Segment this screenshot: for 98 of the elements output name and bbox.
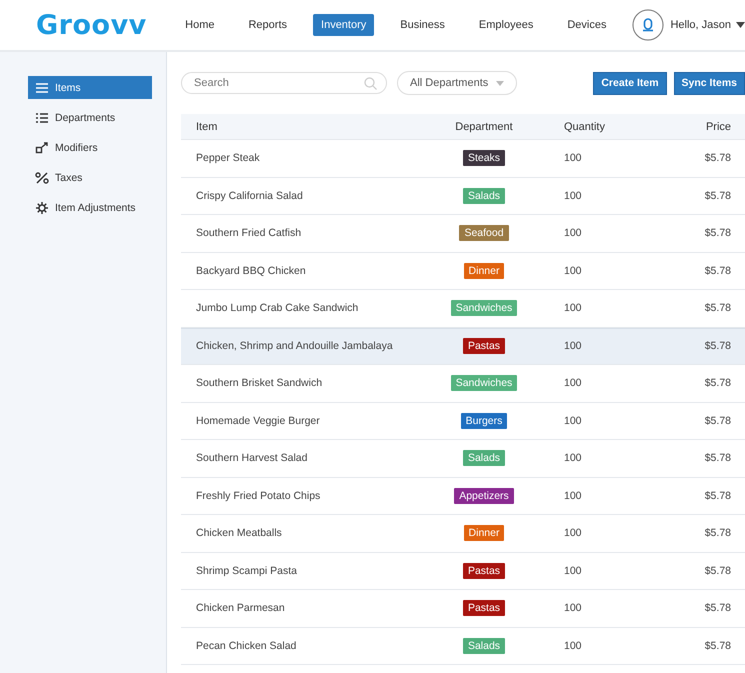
table-cell: 100	[564, 264, 582, 277]
nav-tab[interactable]: Home	[177, 14, 222, 36]
table-row[interactable]: Freshly Fried Potato Chips Appetizers 100 $5.78	[181, 478, 745, 515]
table-cell: 100	[564, 152, 582, 164]
sidebar-item[interactable]: Departments	[28, 106, 152, 129]
column-header: Item	[196, 120, 218, 132]
table-row[interactable]: Southern Harvest Salad Salads 100 $5.78	[181, 440, 745, 478]
action-button[interactable]: Create Item	[593, 72, 667, 94]
square-arrow-icon	[35, 142, 49, 154]
department-tag: Salads	[462, 450, 506, 466]
department-tag: Salads	[462, 188, 506, 204]
table-row[interactable]: Chicken, Shrimp and Andouille Jambalaya Pastas 100 $5.78	[181, 328, 745, 365]
department-tag: Seafood	[459, 225, 509, 242]
table-cell: $5.78	[704, 490, 731, 502]
table-cell: $5.78	[704, 640, 731, 652]
table-cell: $5.78	[704, 452, 731, 464]
nav-tab[interactable]: Reports	[240, 14, 296, 36]
search-icon	[364, 77, 377, 90]
user-menu[interactable]: Hello, Jason	[670, 19, 745, 31]
table-cell: Chicken Parmesan	[196, 602, 285, 614]
table-row[interactable]: Backyard BBQ Chicken Dinner 100 $5.78	[181, 252, 745, 290]
table-cell: $5.78	[704, 152, 731, 164]
table-cell: 100	[564, 227, 582, 240]
percent-icon	[35, 172, 49, 184]
nav-tab[interactable]: Devices	[559, 14, 614, 36]
sidebar-item[interactable]: Item Adjustments	[28, 196, 152, 219]
table-row[interactable]: Pecan Chicken Salad Salads 100 $5.78	[181, 628, 745, 665]
table-cell: Crispy California Salad	[196, 190, 303, 202]
table-cell: Chicken, Shrimp and Andouille Jambalaya	[196, 340, 393, 352]
caret-icon	[496, 80, 504, 86]
table-cell: Backyard BBQ Chicken	[196, 264, 306, 277]
sidebar-item[interactable]: Taxes	[28, 166, 152, 189]
table-cell: Southern Harvest Salad	[196, 452, 308, 464]
nav-tab[interactable]: Business	[392, 14, 453, 36]
table-cell: 100	[564, 564, 582, 577]
table-cell: $5.78	[704, 564, 731, 577]
table-cell: 100	[564, 340, 582, 352]
table-cell: $5.78	[704, 302, 731, 314]
table-cell: $5.78	[704, 377, 731, 390]
department-dropdown[interactable]: All Departments	[397, 71, 518, 95]
search-field[interactable]: Search	[181, 72, 387, 94]
table-cell: 100	[564, 414, 582, 427]
menu-icon	[35, 82, 49, 94]
table-cell: Freshly Fried Potato Chips	[196, 490, 320, 502]
table-row[interactable]: Shrimp Scampi Pasta Pastas 100 $5.78	[181, 552, 745, 590]
nav-tab[interactable]: Inventory	[313, 14, 374, 36]
table-cell: 100	[564, 640, 582, 652]
table-cell: Pecan Chicken Salad	[196, 640, 296, 652]
table-row[interactable]: Pepper Steak Steaks 100 $5.78	[181, 140, 745, 178]
caret-icon	[736, 22, 745, 28]
table-cell: $5.78	[704, 414, 731, 427]
table-cell: 100	[564, 527, 582, 540]
column-header: Quantity	[564, 120, 605, 132]
list-icon	[35, 112, 49, 124]
table-cell: 100	[564, 190, 582, 202]
table-row[interactable]: Chicken Meatballs Dinner 100 $5.78	[181, 515, 745, 552]
table-cell: Southern Fried Catfish	[196, 227, 302, 240]
sidebar-item[interactable]: Modifiers	[28, 136, 152, 159]
table-cell: $5.78	[704, 264, 731, 277]
table-cell: $5.78	[704, 527, 731, 540]
department-tag: Sandwiches	[450, 375, 518, 392]
table-cell: $5.78	[704, 602, 731, 614]
table-row[interactable]: Southern Fried Catfish Seafood 100 $5.78	[181, 215, 745, 252]
table-row[interactable]: Homemade Veggie Burger Burgers 100 $5.78	[181, 402, 745, 440]
table-cell: Jumbo Lump Crab Cake Sandwich	[196, 302, 358, 314]
department-tag: Appetizers	[454, 488, 514, 504]
sidebar-item[interactable]: Items	[28, 76, 152, 99]
table-row[interactable]: Southern Brisket Sandwich Sandwiches 100 $5.78	[181, 365, 745, 402]
department-tag: Pastas	[462, 600, 506, 616]
table-cell: 100	[564, 377, 582, 390]
department-tag: Pastas	[462, 562, 506, 579]
table-cell: Shrimp Scampi Pasta	[196, 564, 297, 577]
table-cell: $5.78	[704, 227, 731, 240]
department-tag: Sandwiches	[450, 300, 518, 316]
department-tag: Burgers	[460, 412, 508, 429]
column-header: Price	[706, 120, 731, 132]
column-header: Department	[455, 120, 513, 132]
table-row[interactable]: Crispy California Salad Salads 100 $5.78	[181, 178, 745, 215]
table-cell: 100	[564, 452, 582, 464]
table-cell: $5.78	[704, 190, 731, 202]
table-cell: 100	[564, 490, 582, 502]
gear-icon	[35, 202, 49, 214]
table-cell: 100	[564, 602, 582, 614]
user-avatar-icon[interactable]	[632, 9, 664, 41]
table-row[interactable]: Chicken Parmesan Pastas 100 $5.78	[181, 590, 745, 628]
department-tag: Dinner	[464, 262, 504, 279]
table-cell: $5.78	[704, 340, 731, 352]
table-cell: 100	[564, 302, 582, 314]
department-tag: Dinner	[464, 525, 504, 542]
table-cell: Pepper Steak	[196, 152, 260, 164]
table-cell: Southern Brisket Sandwich	[196, 377, 322, 390]
department-tag: Salads	[462, 638, 506, 654]
department-tag: Steaks	[462, 150, 506, 166]
table-cell: Homemade Veggie Burger	[196, 414, 320, 427]
table-cell: Chicken Meatballs	[196, 527, 282, 540]
nav-tab[interactable]: Employees	[470, 14, 542, 36]
action-button[interactable]: Sync Items	[674, 72, 745, 94]
department-tag: Pastas	[462, 338, 506, 354]
